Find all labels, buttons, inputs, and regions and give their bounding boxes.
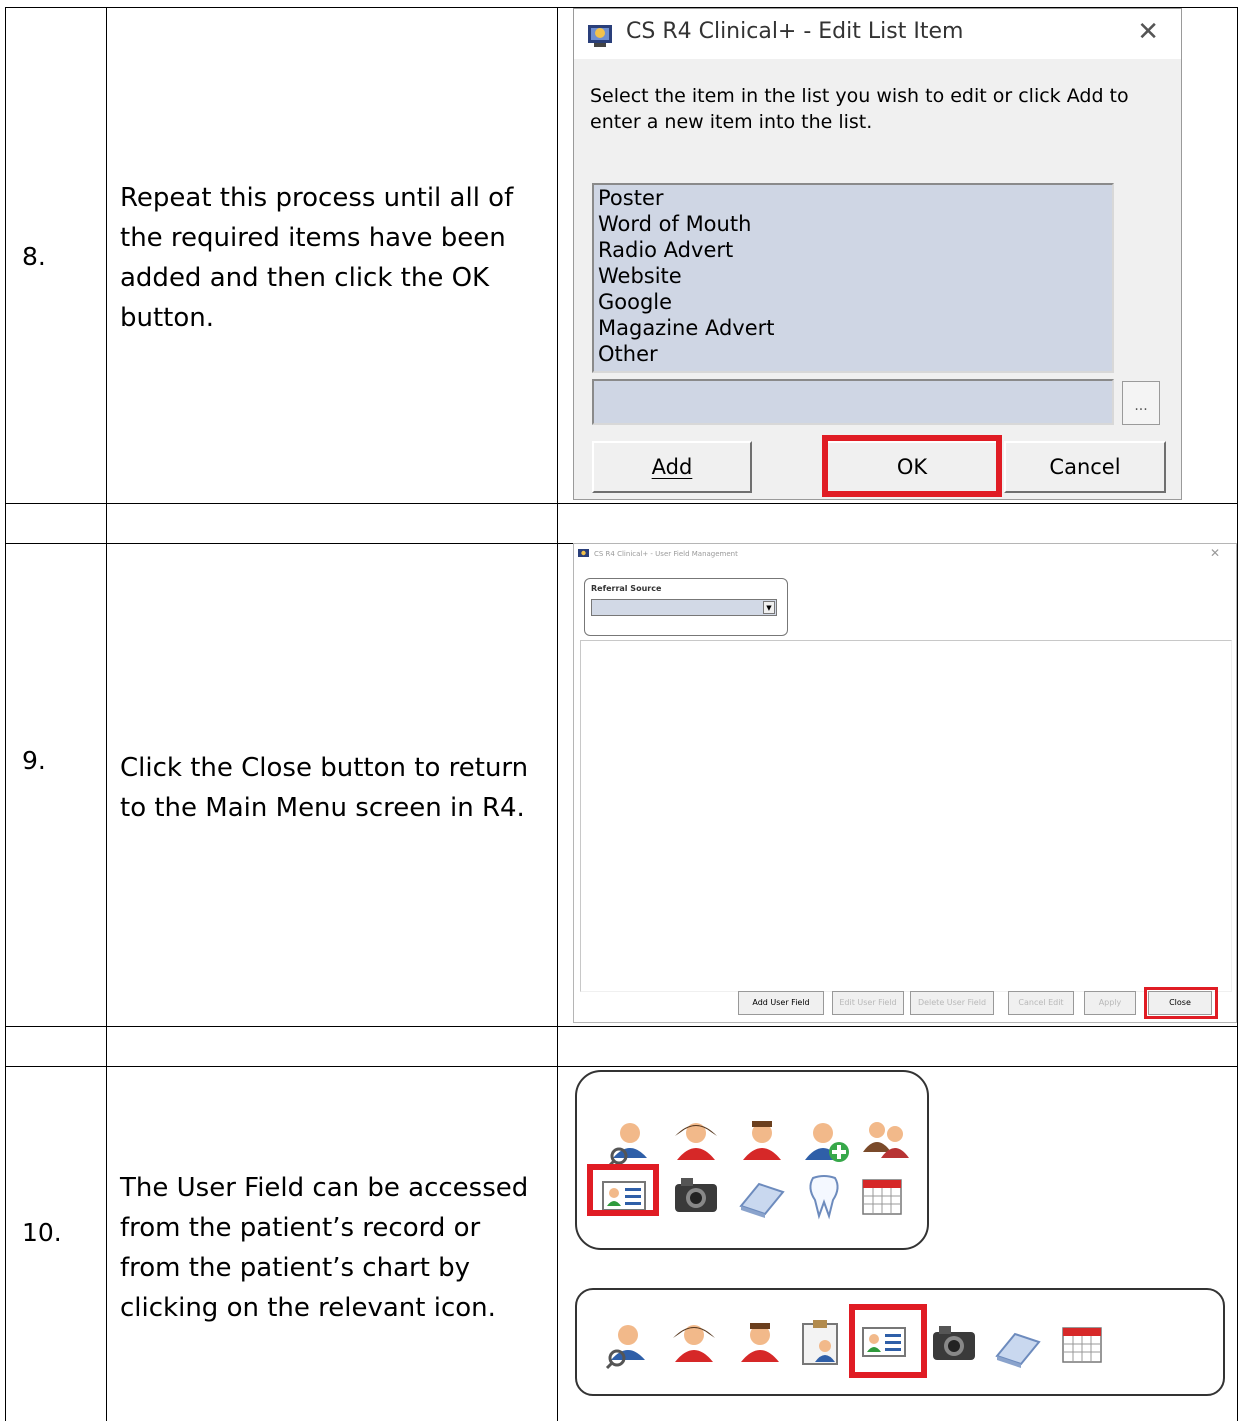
referral-source-dropdown[interactable]: ▼ — [591, 599, 777, 616]
cancel-button[interactable]: Cancel — [1004, 441, 1166, 493]
table-border-left — [5, 7, 6, 1421]
user-field-management-window: CS R4 Clinical+ - User Field Management … — [573, 543, 1237, 1023]
list-item[interactable]: Other — [594, 341, 1112, 367]
table-border-col1 — [106, 7, 107, 1421]
camera-icon[interactable] — [671, 1170, 721, 1220]
edit-user-field-button[interactable]: Edit User Field — [832, 991, 904, 1015]
table-border-right — [1237, 7, 1238, 1421]
list-item[interactable]: Radio Advert — [594, 237, 1112, 263]
patient-red-icon-2[interactable] — [735, 1320, 785, 1370]
list-item[interactable]: Poster — [594, 185, 1112, 211]
add-button-label: Add — [651, 455, 693, 479]
ok-highlight — [822, 435, 1002, 497]
close-icon[interactable]: ✕ — [1137, 17, 1159, 47]
clipboard-patient-icon[interactable] — [795, 1318, 845, 1368]
ellipsis-button[interactable]: ... — [1122, 381, 1160, 425]
cancel-button-label: Cancel — [1049, 455, 1121, 479]
chevron-down-icon[interactable]: ▼ — [763, 601, 775, 614]
step-instruction: Click the Close button to return to the … — [120, 753, 529, 823]
list-item[interactable]: Google — [594, 289, 1112, 315]
apply-button[interactable]: Apply — [1084, 991, 1136, 1015]
step-number: 8. — [22, 242, 46, 271]
patient-red-icon-2[interactable] — [737, 1118, 787, 1168]
dialog-title: CS R4 Clinical+ - Edit List Item — [626, 19, 964, 44]
list-item[interactable]: Magazine Advert — [594, 315, 1112, 341]
referral-source-label: Referral Source — [591, 584, 662, 593]
step-instruction: The User Field can be accessed from the … — [120, 1173, 529, 1323]
list-items[interactable]: Poster Word of Mouth Radio Advert Websit… — [592, 183, 1114, 373]
window-title: CS R4 Clinical+ - User Field Management — [594, 550, 738, 558]
patient-chart-toolbar — [575, 1288, 1225, 1396]
patient-red-icon[interactable] — [669, 1320, 719, 1370]
referral-source-group: Referral Source ▼ — [584, 578, 788, 636]
scanner-icon[interactable] — [993, 1320, 1043, 1370]
calendar-icon[interactable] — [1057, 1318, 1107, 1368]
close-highlight — [1144, 987, 1218, 1019]
cancel-edit-button[interactable]: Cancel Edit — [1008, 991, 1074, 1015]
add-button[interactable]: Add — [592, 441, 752, 493]
user-field-highlight — [587, 1164, 659, 1216]
close-icon[interactable]: ✕ — [1210, 546, 1220, 560]
list-item[interactable]: Website — [594, 263, 1112, 289]
family-icon[interactable] — [861, 1116, 911, 1166]
list-item[interactable]: Word of Mouth — [594, 211, 1112, 237]
patient-add-icon[interactable] — [803, 1118, 853, 1168]
app-icon — [588, 25, 612, 47]
add-user-field-button[interactable]: Add User Field — [738, 991, 824, 1015]
camera-icon[interactable] — [929, 1318, 979, 1368]
user-field-highlight — [849, 1304, 927, 1378]
fields-panel — [580, 640, 1232, 992]
table-border-row8 — [5, 503, 1238, 504]
tooth-icon[interactable] — [799, 1170, 849, 1220]
edit-list-item-dialog: CS R4 Clinical+ - Edit List Item ✕ Selec… — [573, 8, 1182, 500]
dialog-message: Select the item in the list you wish to … — [590, 85, 1129, 133]
patient-red-icon[interactable] — [671, 1118, 721, 1168]
patient-record-toolbar — [575, 1070, 929, 1250]
delete-user-field-button[interactable]: Delete User Field — [910, 991, 994, 1015]
scanner-icon[interactable] — [737, 1170, 787, 1220]
calendar-icon[interactable] — [857, 1170, 907, 1220]
patient-search-icon[interactable] — [605, 1118, 655, 1168]
step-number: 9. — [22, 746, 46, 775]
table-border-col2 — [557, 7, 558, 1421]
step-number: 10. — [22, 1218, 62, 1247]
patient-search-icon[interactable] — [603, 1320, 653, 1370]
step-instruction: Repeat this process until all of the req… — [120, 183, 514, 333]
table-border-row9 — [5, 1026, 1238, 1027]
app-icon — [578, 549, 589, 557]
dialog-titlebar: CS R4 Clinical+ - Edit List Item ✕ — [574, 9, 1181, 59]
item-edit-field[interactable] — [592, 379, 1114, 425]
table-border-spacer2 — [5, 1066, 1238, 1067]
